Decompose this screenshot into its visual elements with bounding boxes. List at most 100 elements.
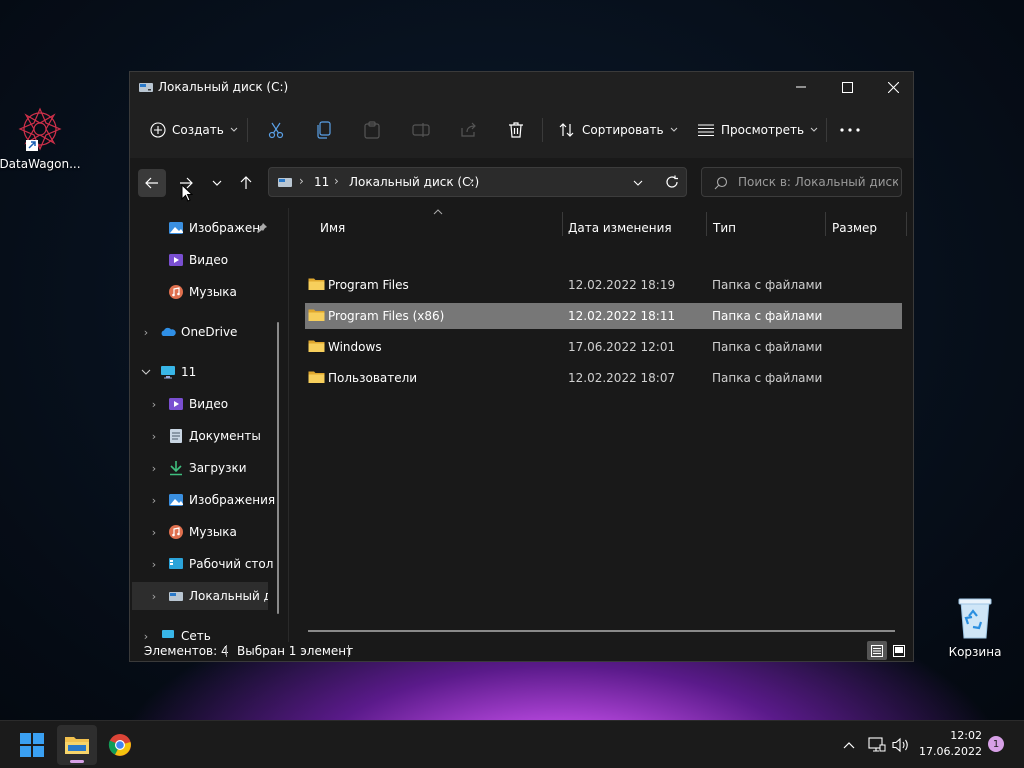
column-separator[interactable] <box>706 212 707 236</box>
tiles-view-button[interactable] <box>889 641 909 660</box>
chevron-right-icon[interactable]: › <box>148 494 160 507</box>
column-separator[interactable] <box>825 212 826 236</box>
sidebar-item-documents[interactable]: › Документы <box>130 422 280 450</box>
sidebar-item-local-drive[interactable]: › Локальный ди <box>132 582 268 610</box>
sidebar-item-desktop[interactable]: › Рабочий стол <box>130 550 280 578</box>
sidebar-item-music-pinned[interactable]: Музыка <box>130 278 280 306</box>
sidebar-item-network[interactable]: › Сеть <box>130 622 280 642</box>
desktop-icon-datawagon[interactable]: DataWagon... <box>0 106 82 171</box>
item-count: Элементов: 4 <box>144 644 229 658</box>
sidebar-scrollbar[interactable] <box>277 322 279 614</box>
back-button[interactable] <box>138 169 166 197</box>
chevron-down-icon[interactable] <box>633 180 643 186</box>
close-button[interactable] <box>870 72 916 102</box>
onedrive-icon <box>161 327 176 336</box>
view-button[interactable]: Просмотреть <box>697 114 818 146</box>
mouse-cursor-icon <box>181 184 193 202</box>
taskbar-chrome[interactable] <box>100 725 140 765</box>
refresh-icon[interactable] <box>665 175 679 189</box>
sidebar-item-label: Загрузки <box>189 461 247 475</box>
title-bar[interactable]: Локальный диск (C:) <box>130 72 913 102</box>
file-name: Windows <box>328 340 382 354</box>
sidebar-item-onedrive[interactable]: › OneDrive <box>130 318 280 346</box>
more-icon <box>840 128 860 132</box>
pin-icon[interactable] <box>257 223 267 233</box>
column-separator[interactable] <box>562 212 563 236</box>
chevron-right-icon[interactable]: › <box>148 398 160 411</box>
column-header-size[interactable]: Размер <box>832 214 902 242</box>
start-button[interactable] <box>12 725 52 765</box>
sort-button[interactable]: Сортировать <box>558 114 678 146</box>
create-label: Создать <box>172 123 224 137</box>
chevron-right-icon[interactable]: › <box>148 590 160 603</box>
table-row[interactable]: Windows 17.06.2022 12:01 Папка с файлами <box>305 334 902 360</box>
breadcrumb-item-computer[interactable]: 11 <box>314 175 329 189</box>
network-tray-button[interactable] <box>866 721 888 768</box>
folder-icon <box>308 309 325 321</box>
minimize-button[interactable] <box>778 72 824 102</box>
delete-button[interactable] <box>508 114 524 146</box>
sidebar-item-pictures[interactable]: › Изображения <box>130 486 280 514</box>
search-icon <box>714 176 728 190</box>
explorer-window: Локальный диск (C:) Создать Сортировать … <box>129 71 914 662</box>
trash-icon <box>509 122 523 138</box>
file-type: Папка с файлами <box>712 278 823 292</box>
plus-circle-icon <box>150 122 166 138</box>
column-header-date[interactable]: Дата изменения <box>568 214 703 242</box>
table-row[interactable]: Program Files (x86) 12.02.2022 18:11 Папка… <box>305 303 902 329</box>
chevron-right-icon[interactable]: › <box>148 558 160 571</box>
view-label: Просмотреть <box>721 123 805 137</box>
chevron-right-icon[interactable]: › <box>148 462 160 475</box>
horizontal-scrollbar[interactable] <box>308 630 895 632</box>
recent-locations-button[interactable] <box>203 169 231 197</box>
windows-logo-icon <box>20 733 44 757</box>
chevron-right-icon[interactable]: › <box>148 526 160 539</box>
file-list[interactable]: Имя Дата изменения Тип Размер Program Fi… <box>289 208 913 642</box>
sidebar-item-this-pc[interactable]: 11 <box>130 358 280 386</box>
maximize-button[interactable] <box>824 72 870 102</box>
show-hidden-icons-button[interactable] <box>838 721 860 768</box>
volume-tray-button[interactable] <box>890 721 912 768</box>
arrow-left-icon <box>145 177 158 189</box>
sidebar-item-label: Музыка <box>189 525 237 539</box>
copy-button[interactable] <box>316 114 332 146</box>
column-header-type[interactable]: Тип <box>713 214 823 242</box>
search-box[interactable] <box>701 167 902 197</box>
paste-button[interactable] <box>364 114 380 146</box>
clock[interactable]: 12:02 17.06.2022 <box>918 728 982 760</box>
sidebar-item-videos-pinned[interactable]: Видео <box>130 246 280 274</box>
up-button[interactable] <box>232 169 260 197</box>
chevron-right-icon[interactable]: › <box>140 630 152 643</box>
music-icon <box>169 285 183 299</box>
breadcrumb-item-drive[interactable]: Локальный диск (C:) <box>349 175 479 189</box>
notification-badge[interactable]: 1 <box>988 736 1004 752</box>
sidebar-item-pictures-pinned[interactable]: Изображен <box>130 214 280 242</box>
sidebar-item-downloads[interactable]: › Загрузки <box>130 454 280 482</box>
create-button[interactable]: Создать <box>150 114 238 146</box>
share-button[interactable] <box>460 114 478 146</box>
sidebar-item-videos[interactable]: › Видео <box>130 390 280 418</box>
sort-icon <box>559 123 574 137</box>
taskbar-file-explorer[interactable] <box>57 725 97 765</box>
more-button[interactable] <box>840 114 860 146</box>
column-header-name[interactable]: Имя <box>320 214 560 242</box>
column-separator[interactable] <box>906 212 907 236</box>
desktop-icon-label: DataWagon... <box>0 157 81 171</box>
details-view-button[interactable] <box>867 641 887 660</box>
toolbar-separator <box>542 118 543 142</box>
navigation-pane[interactable]: Изображен Видео Музыка › OneDrive 11 › В… <box>130 208 288 642</box>
sidebar-item-music[interactable]: › Музыка <box>130 518 280 546</box>
table-row[interactable]: Program Files 12.02.2022 18:19 Папка с фай… <box>305 272 902 298</box>
rename-button[interactable] <box>412 114 430 146</box>
chevron-right-icon[interactable]: › <box>148 430 160 443</box>
chevron-down-icon <box>230 127 238 132</box>
address-bar[interactable]: › 11 › Локальный диск (C:) › <box>268 167 687 197</box>
table-row[interactable]: Пользователи 12.02.2022 18:07 Папка с файл… <box>305 365 902 391</box>
chevron-down-icon <box>670 127 677 132</box>
video-icon <box>169 398 183 410</box>
search-input[interactable] <box>738 174 898 190</box>
cut-button[interactable] <box>267 114 285 146</box>
chevron-down-icon[interactable] <box>141 369 151 375</box>
chevron-right-icon[interactable]: › <box>140 326 152 339</box>
desktop-icon-recycle-bin[interactable]: Корзина <box>933 596 1017 659</box>
